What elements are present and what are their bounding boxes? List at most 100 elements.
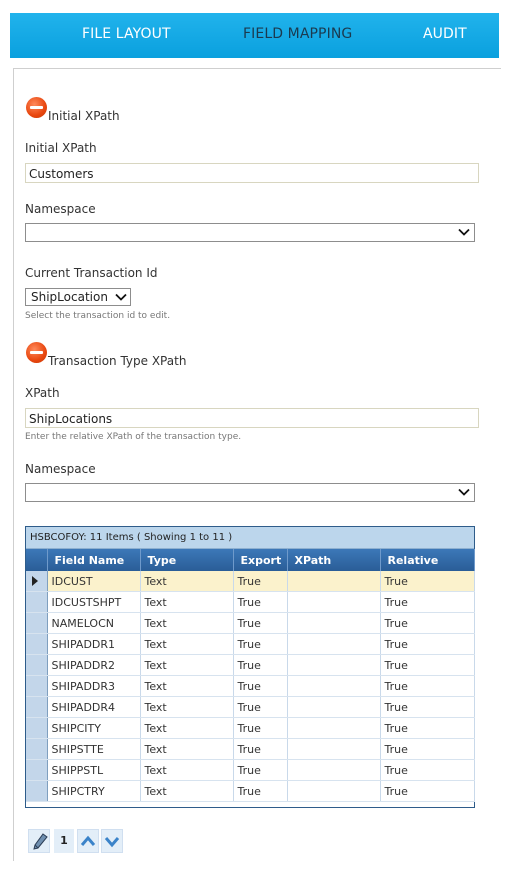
collapse-initial-xpath-icon[interactable]: [26, 97, 47, 118]
table-cell: SHIPPSTL: [47, 759, 141, 781]
transaction-xpath-heading: Transaction Type XPath: [48, 354, 187, 368]
table-cell: True: [380, 571, 475, 592]
transaction-id-select[interactable]: ShipLocation: [25, 288, 131, 306]
initial-xpath-label: Initial XPath: [25, 141, 97, 155]
table-cell: True: [380, 633, 475, 655]
table-cell: True: [233, 780, 288, 802]
tab-bar: FILE LAYOUT FIELD MAPPING AUDIT: [10, 13, 499, 58]
namespace-select-2[interactable]: [25, 483, 475, 502]
current-row-arrow-icon: [32, 576, 38, 586]
table-cell: True: [380, 675, 475, 697]
collapse-transaction-xpath-icon[interactable]: [26, 342, 47, 363]
tab-audit[interactable]: AUDIT: [423, 13, 467, 58]
table-row[interactable]: SHIPADDR4 Text True True: [26, 696, 475, 718]
table-cell: [287, 612, 381, 634]
table-row[interactable]: NAMELOCN Text True True: [26, 612, 475, 634]
namespace-label-2: Namespace: [25, 462, 96, 476]
table-cell: IDCUST: [47, 571, 141, 592]
row-selector[interactable]: [26, 738, 48, 760]
table-cell: True: [380, 696, 475, 718]
row-selector-header: [26, 549, 48, 571]
grid-table: Field Name Type Export XPath Relative ID…: [26, 549, 475, 802]
xpath-input[interactable]: ShipLocations: [25, 408, 479, 428]
table-cell: Text: [140, 675, 234, 697]
tab-file-layout[interactable]: FILE LAYOUT: [82, 13, 171, 58]
table-cell: Text: [140, 571, 234, 592]
table-row[interactable]: SHIPCITY Text True True: [26, 717, 475, 739]
table-cell: [287, 654, 381, 676]
xpath-hint: Enter the relative XPath of the transact…: [25, 432, 242, 442]
row-selector[interactable]: [26, 654, 48, 676]
table-row[interactable]: IDCUSTSHPT Text True True: [26, 591, 475, 613]
table-cell: IDCUSTSHPT: [47, 591, 141, 613]
initial-xpath-heading: Initial XPath: [48, 109, 120, 123]
table-row[interactable]: SHIPCTRY Text True True: [26, 780, 475, 802]
table-cell: [287, 780, 381, 802]
table-cell: True: [233, 738, 288, 760]
row-selector[interactable]: [26, 633, 48, 655]
table-cell: SHIPSTTE: [47, 738, 141, 760]
table-cell: True: [233, 633, 288, 655]
move-up-button[interactable]: [77, 829, 99, 853]
edit-button[interactable]: [28, 829, 50, 853]
table-cell: True: [380, 780, 475, 802]
move-down-button[interactable]: [101, 829, 123, 853]
chevron-down-icon: [458, 488, 470, 496]
table-cell: True: [380, 759, 475, 781]
grid-body: IDCUST Text True True IDCUSTSHPT Text True True…: [26, 571, 475, 802]
row-selector[interactable]: [26, 612, 48, 634]
row-selector[interactable]: [26, 591, 48, 613]
table-cell: [287, 759, 381, 781]
table-row[interactable]: SHIPADDR1 Text True True: [26, 633, 475, 655]
row-selector[interactable]: [26, 759, 48, 781]
column-header[interactable]: Type: [140, 549, 234, 571]
table-row[interactable]: SHIPSTTE Text True True: [26, 738, 475, 760]
grid-header-row: Field Name Type Export XPath Relative: [26, 549, 475, 571]
chevron-down-icon: [104, 837, 120, 848]
table-cell: True: [380, 738, 475, 760]
namespace-select-1[interactable]: [25, 223, 475, 242]
tab-field-mapping[interactable]: FIELD MAPPING: [243, 13, 352, 58]
table-cell: Text: [140, 591, 234, 613]
table-cell: True: [233, 759, 288, 781]
table-cell: True: [233, 612, 288, 634]
xpath-label: XPath: [25, 386, 60, 400]
table-cell: True: [380, 591, 475, 613]
transaction-id-value: ShipLocation: [31, 290, 108, 304]
column-header[interactable]: Field Name: [47, 549, 141, 571]
table-cell: True: [233, 675, 288, 697]
table-cell: SHIPADDR2: [47, 654, 141, 676]
row-selector[interactable]: [26, 675, 48, 697]
table-cell: [287, 717, 381, 739]
table-cell: Text: [140, 717, 234, 739]
table-cell: True: [233, 591, 288, 613]
table-cell: Text: [140, 780, 234, 802]
table-row[interactable]: SHIPADDR2 Text True True: [26, 654, 475, 676]
initial-xpath-input[interactable]: Customers: [25, 163, 479, 183]
page-number[interactable]: 1: [54, 829, 74, 853]
column-header[interactable]: Relative: [380, 549, 475, 571]
column-header[interactable]: XPath: [287, 549, 381, 571]
transaction-id-label: Current Transaction Id: [25, 266, 158, 280]
table-cell: True: [380, 612, 475, 634]
table-cell: True: [380, 654, 475, 676]
row-selector[interactable]: [26, 780, 48, 802]
row-selector[interactable]: [26, 571, 48, 592]
grid-title: HSBCOFOY: 11 Items ( Showing 1 to 11 ): [26, 527, 474, 549]
row-selector[interactable]: [26, 717, 48, 739]
table-cell: SHIPADDR1: [47, 633, 141, 655]
table-cell: [287, 571, 381, 592]
table-cell: [287, 738, 381, 760]
table-row[interactable]: IDCUST Text True True: [26, 571, 475, 592]
table-cell: [287, 675, 381, 697]
table-row[interactable]: SHIPPSTL Text True True: [26, 759, 475, 781]
column-header[interactable]: Export: [233, 549, 288, 571]
table-cell: True: [380, 717, 475, 739]
table-cell: Text: [140, 633, 234, 655]
table-row[interactable]: SHIPADDR3 Text True True: [26, 675, 475, 697]
row-selector[interactable]: [26, 696, 48, 718]
field-grid: HSBCOFOY: 11 Items ( Showing 1 to 11 ) F…: [25, 526, 475, 808]
table-cell: True: [233, 717, 288, 739]
table-cell: Text: [140, 654, 234, 676]
table-cell: [287, 696, 381, 718]
